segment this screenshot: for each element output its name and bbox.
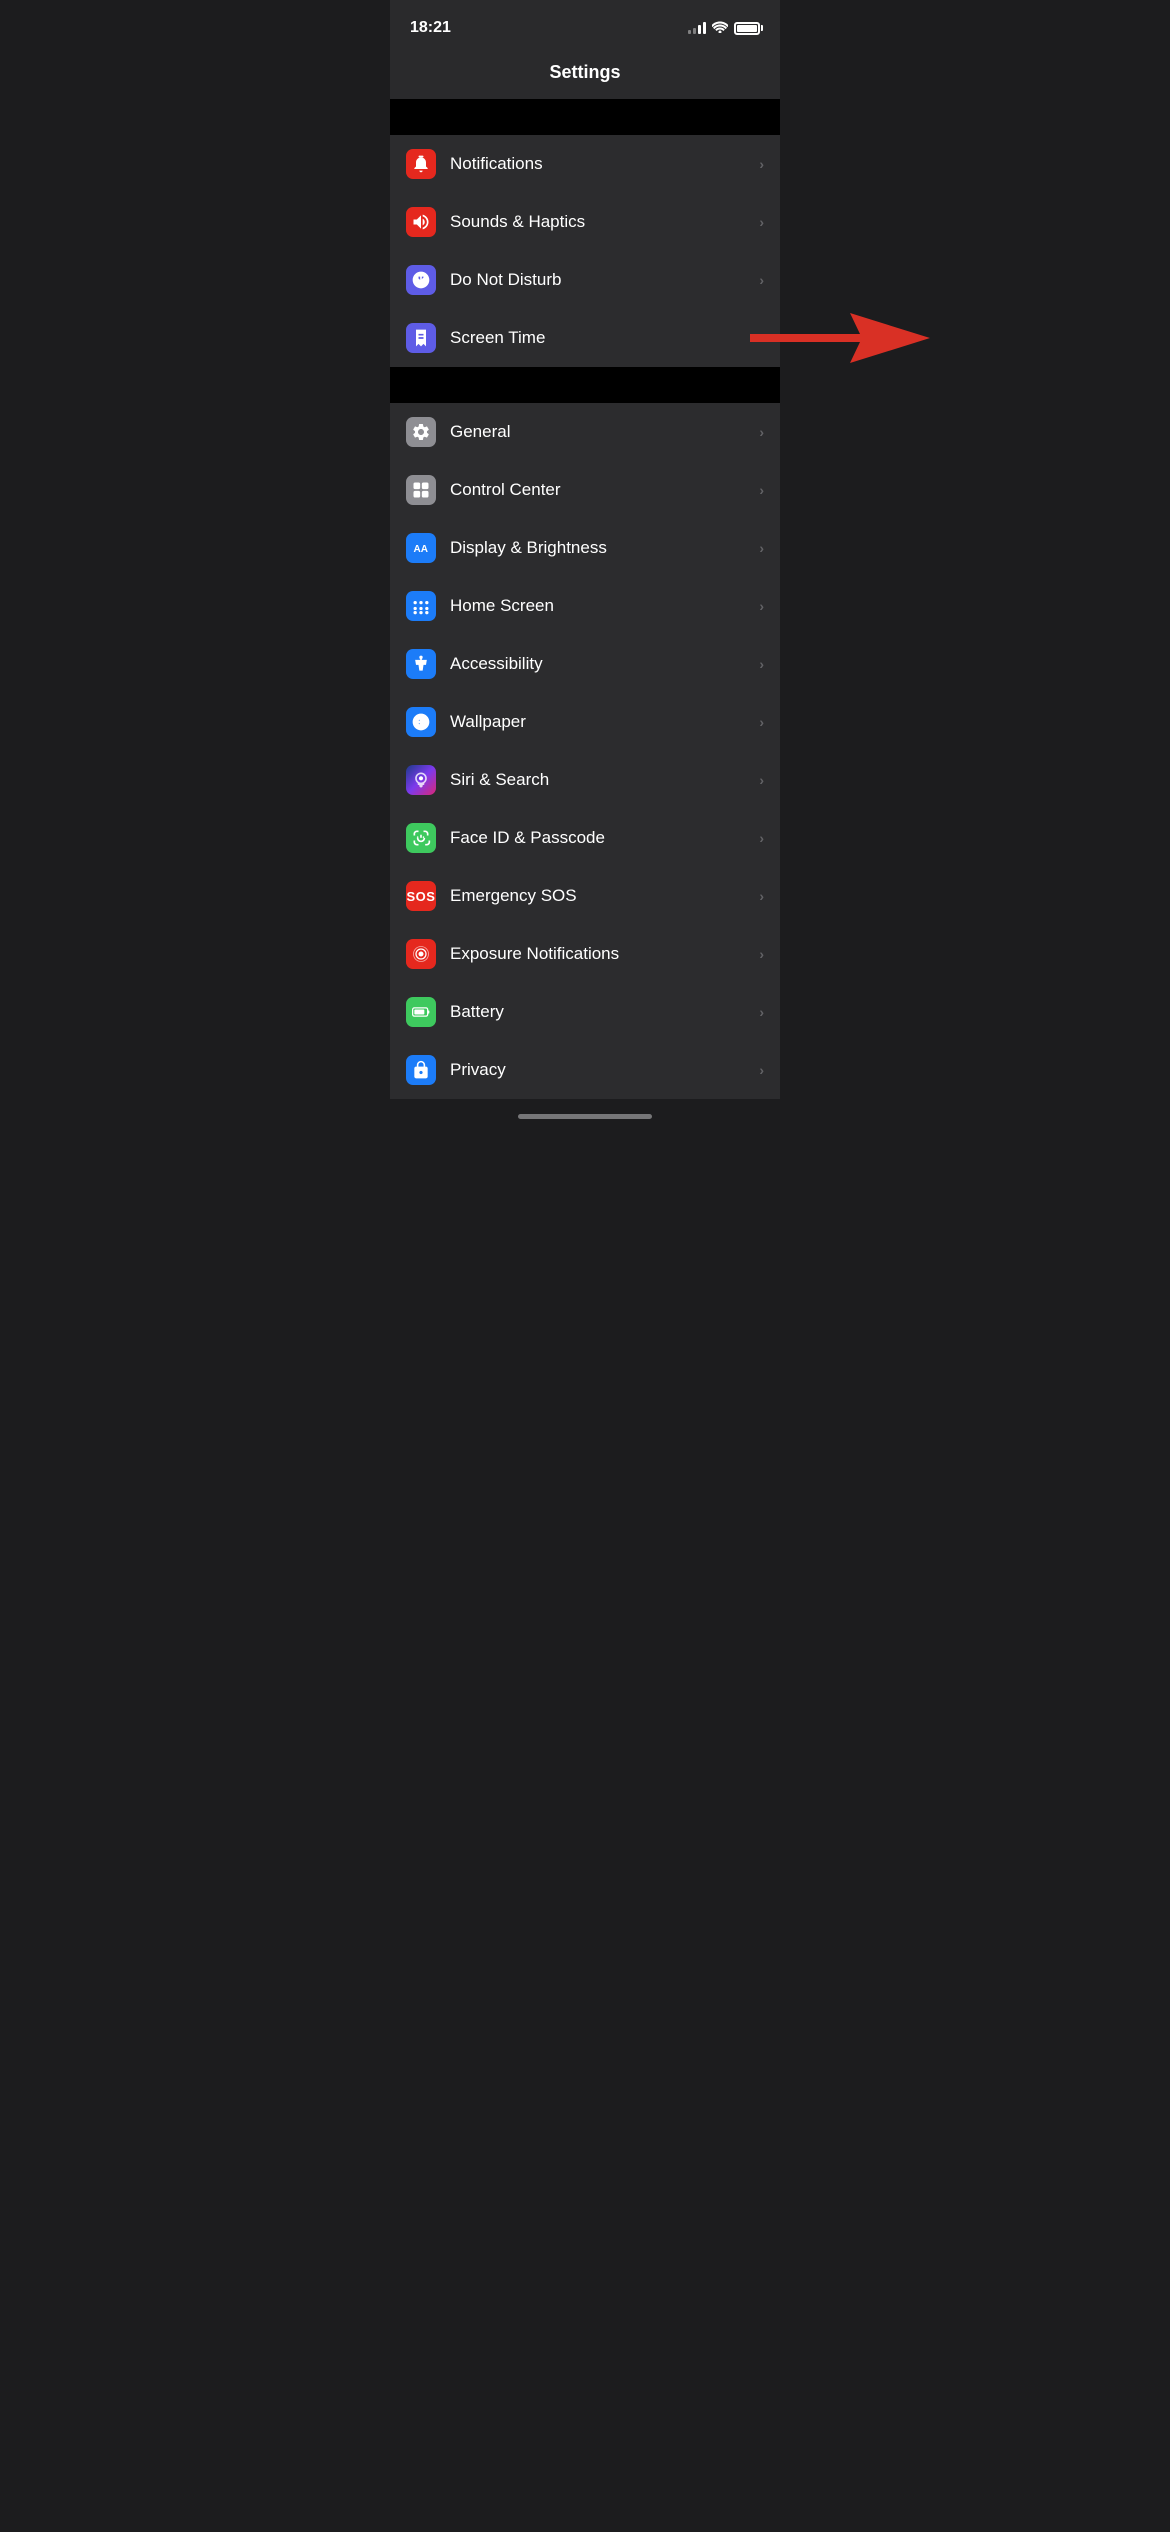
battery-icon [734, 22, 760, 35]
notifications-icon [406, 149, 436, 179]
siri-chevron: › [759, 772, 764, 788]
sos-text: SOS [407, 889, 436, 904]
settings-row-display[interactable]: AA Display & Brightness › [390, 519, 780, 577]
section-gap-2 [390, 367, 780, 403]
privacy-label: Privacy [450, 1060, 759, 1080]
exposure-label: Exposure Notifications [450, 944, 759, 964]
settings-row-faceid[interactable]: Face ID & Passcode › [390, 809, 780, 867]
screentime-icon [406, 323, 436, 353]
screentime-chevron: › [759, 330, 764, 346]
display-chevron: › [759, 540, 764, 556]
privacy-icon [406, 1055, 436, 1085]
settings-row-battery[interactable]: Battery › [390, 983, 780, 1041]
battery-chevron: › [759, 1004, 764, 1020]
settings-row-emergency[interactable]: SOS Emergency SOS › [390, 867, 780, 925]
faceid-label: Face ID & Passcode [450, 828, 759, 848]
settings-section-1: Notifications › Sounds & Haptics › [390, 135, 780, 367]
settings-row-homescreen[interactable]: Home Screen › [390, 577, 780, 635]
wallpaper-label: Wallpaper [450, 712, 759, 732]
homescreen-chevron: › [759, 598, 764, 614]
accessibility-chevron: › [759, 656, 764, 672]
home-bar [518, 1114, 652, 1119]
accessibility-label: Accessibility [450, 654, 759, 674]
controlcenter-label: Control Center [450, 480, 759, 500]
wifi-icon [712, 20, 728, 36]
general-label: General [450, 422, 759, 442]
exposure-icon [406, 939, 436, 969]
donotdisturb-icon [406, 265, 436, 295]
battery-row-icon [406, 997, 436, 1027]
settings-row-siri[interactable]: Siri & Search › [390, 751, 780, 809]
wallpaper-chevron: › [759, 714, 764, 730]
battery-label: Battery [450, 1002, 759, 1022]
nav-header: Settings [390, 50, 780, 99]
general-chevron: › [759, 424, 764, 440]
siri-label: Siri & Search [450, 770, 759, 790]
status-icons [688, 20, 760, 36]
emergency-label: Emergency SOS [450, 886, 759, 906]
screentime-label: Screen Time [450, 328, 759, 348]
settings-row-notifications[interactable]: Notifications › [390, 135, 780, 193]
sounds-icon [406, 207, 436, 237]
wallpaper-icon [406, 707, 436, 737]
status-bar: 18:21 [390, 0, 780, 50]
settings-row-general[interactable]: General › [390, 403, 780, 461]
siri-icon [406, 765, 436, 795]
settings-row-privacy[interactable]: Privacy › [390, 1041, 780, 1099]
exposure-chevron: › [759, 946, 764, 962]
donotdisturb-chevron: › [759, 272, 764, 288]
signal-icon [688, 22, 706, 34]
homescreen-icon [406, 591, 436, 621]
svg-text:AA: AA [414, 544, 428, 555]
section-gap-1 [390, 99, 780, 135]
settings-row-screentime[interactable]: Screen Time › [390, 309, 780, 367]
notifications-label: Notifications [450, 154, 759, 174]
settings-row-donotdisturb[interactable]: Do Not Disturb › [390, 251, 780, 309]
controlcenter-chevron: › [759, 482, 764, 498]
emergency-icon: SOS [406, 881, 436, 911]
accessibility-icon [406, 649, 436, 679]
display-label: Display & Brightness [450, 538, 759, 558]
faceid-chevron: › [759, 830, 764, 846]
settings-row-exposure[interactable]: Exposure Notifications › [390, 925, 780, 983]
sounds-label: Sounds & Haptics [450, 212, 759, 232]
home-indicator [390, 1099, 780, 1133]
display-icon: AA [406, 533, 436, 563]
notifications-chevron: › [759, 156, 764, 172]
controlcenter-icon [406, 475, 436, 505]
privacy-chevron: › [759, 1062, 764, 1078]
annotation-arrow [750, 308, 930, 368]
settings-row-accessibility[interactable]: Accessibility › [390, 635, 780, 693]
settings-section-2: General › Control Center › AA Display & … [390, 403, 780, 1099]
general-icon [406, 417, 436, 447]
status-time: 18:21 [410, 19, 451, 37]
page-title: Settings [549, 62, 620, 82]
homescreen-label: Home Screen [450, 596, 759, 616]
emergency-chevron: › [759, 888, 764, 904]
sounds-chevron: › [759, 214, 764, 230]
donotdisturb-label: Do Not Disturb [450, 270, 759, 290]
settings-row-wallpaper[interactable]: Wallpaper › [390, 693, 780, 751]
faceid-icon [406, 823, 436, 853]
settings-row-controlcenter[interactable]: Control Center › [390, 461, 780, 519]
settings-row-sounds[interactable]: Sounds & Haptics › [390, 193, 780, 251]
